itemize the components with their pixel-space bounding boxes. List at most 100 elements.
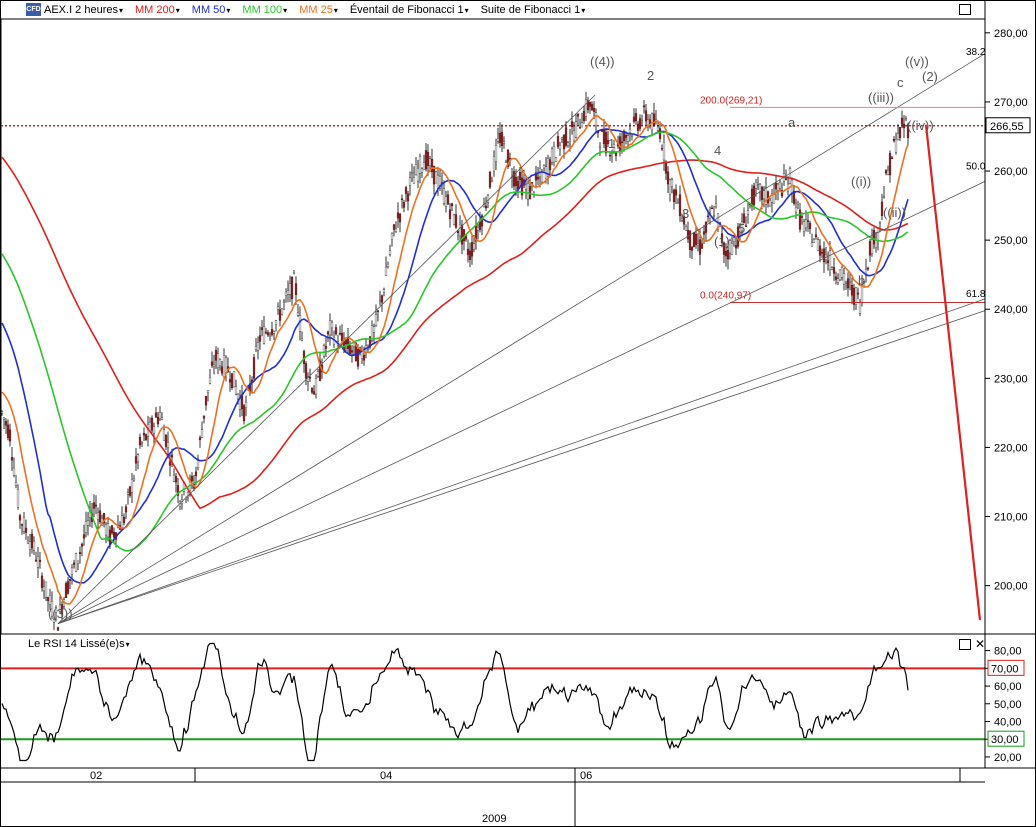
candle-body [554,157,558,162]
candle-body [494,145,498,162]
candle-body [630,134,634,137]
candle-body [650,113,654,131]
candle-body [10,457,14,461]
candle-body [18,515,22,521]
candle-body [34,559,38,562]
candle-body [496,138,500,142]
candle-body [280,308,284,315]
candle-body [200,429,204,438]
candle-body [726,250,730,260]
candle-body [776,183,780,191]
price-chart[interactable] [0,53,986,631]
toolbar-item-5[interactable]: Éventail de Fibonacci 1▾ [350,4,469,16]
candle-body [810,242,814,247]
candle-body [382,289,386,293]
candle-body [202,415,206,419]
candle-body [322,345,326,357]
candle-body [696,243,700,246]
candle-body [558,144,562,150]
toolbar-item-6[interactable]: Suite de Fibonacci 1▾ [481,4,586,16]
wave-label: b [858,273,865,288]
candle-body [838,269,842,281]
y-tick-label: 270,00 [994,97,1028,109]
candle-body [218,359,222,366]
wave-label: ((v)) [905,54,929,69]
candle-body [376,310,380,312]
candle-body [402,202,406,208]
candle-body [454,214,458,228]
candle-body [112,531,116,538]
candle-body [638,118,642,129]
y-tick-label: 250,00 [994,235,1028,247]
rsi-close-icon[interactable]: ✕ [975,638,985,650]
candle-body [492,156,496,172]
y-tick-label: 240,00 [994,304,1028,316]
fib-fan-61-label: 61.8 [966,289,986,300]
candle-body [706,215,710,218]
candle-body [658,128,662,139]
candle-body [594,112,598,126]
candle-body [704,221,708,233]
candle-body [734,245,738,249]
candle-body [576,113,580,117]
candle-body [38,560,42,562]
candle-body [92,502,96,509]
toolbar-item-1[interactable]: MM 200▾ [135,4,180,16]
candle-body [398,213,402,223]
candle-body [378,300,382,303]
candle-body [882,196,886,199]
candle-body [434,171,438,184]
candle-body [552,146,556,163]
candle-body [822,248,826,263]
candle-body [806,220,810,222]
toolbar-item-3[interactable]: MM 100▾ [242,4,287,16]
candle-body [692,232,696,247]
candle-body [818,245,822,256]
candle-body [472,243,476,250]
candle-body [826,260,830,264]
candle-body [208,377,212,384]
candle-body [886,169,890,175]
candle-body [290,277,294,299]
y-tick-label: 210,00 [994,512,1028,524]
candle-body [518,171,522,181]
candle-body [624,135,628,138]
maximize-button[interactable] [959,4,971,15]
toolbar-item-4[interactable]: MM 25▾ [299,4,338,16]
toolbar-item-2[interactable]: MM 50▾ [192,4,231,16]
candle-body [380,295,384,303]
candle-body [122,516,126,523]
candle-body [528,186,532,200]
candle-body [292,272,296,275]
fib-fan-line [57,181,986,624]
candle-body [802,221,806,233]
candle-body [420,168,424,173]
candle-body [710,207,714,210]
candle-body [172,474,176,482]
candle-body [166,442,170,448]
candle-body [478,221,482,230]
candle-body [24,527,28,533]
candle-body [204,395,208,406]
candle-body [724,251,728,257]
candle-body [416,168,420,182]
candle-body [108,529,112,545]
rsi-tick-label: 80,00 [994,646,1022,658]
rsi-lower-label: 30,00 [991,734,1019,746]
candle-body [268,334,272,337]
candle-body [490,179,494,182]
rsi-maximize-button[interactable] [959,639,971,650]
rsi-chart[interactable] [1,642,985,762]
rsi-title[interactable]: Le RSI 14 Lissé(e)s▾ [28,638,130,650]
toolbar-item-0[interactable]: AEX.I 2 heures▾ [44,4,123,16]
candle-body [878,221,882,224]
candle-body [190,475,194,482]
candle-body [156,416,160,425]
candle-body [444,196,448,207]
candle-body [30,533,34,549]
candle-body [386,263,390,268]
candle-body [758,184,762,193]
candle-body [32,541,36,551]
candle-body [562,134,566,150]
candle-body [488,171,492,188]
